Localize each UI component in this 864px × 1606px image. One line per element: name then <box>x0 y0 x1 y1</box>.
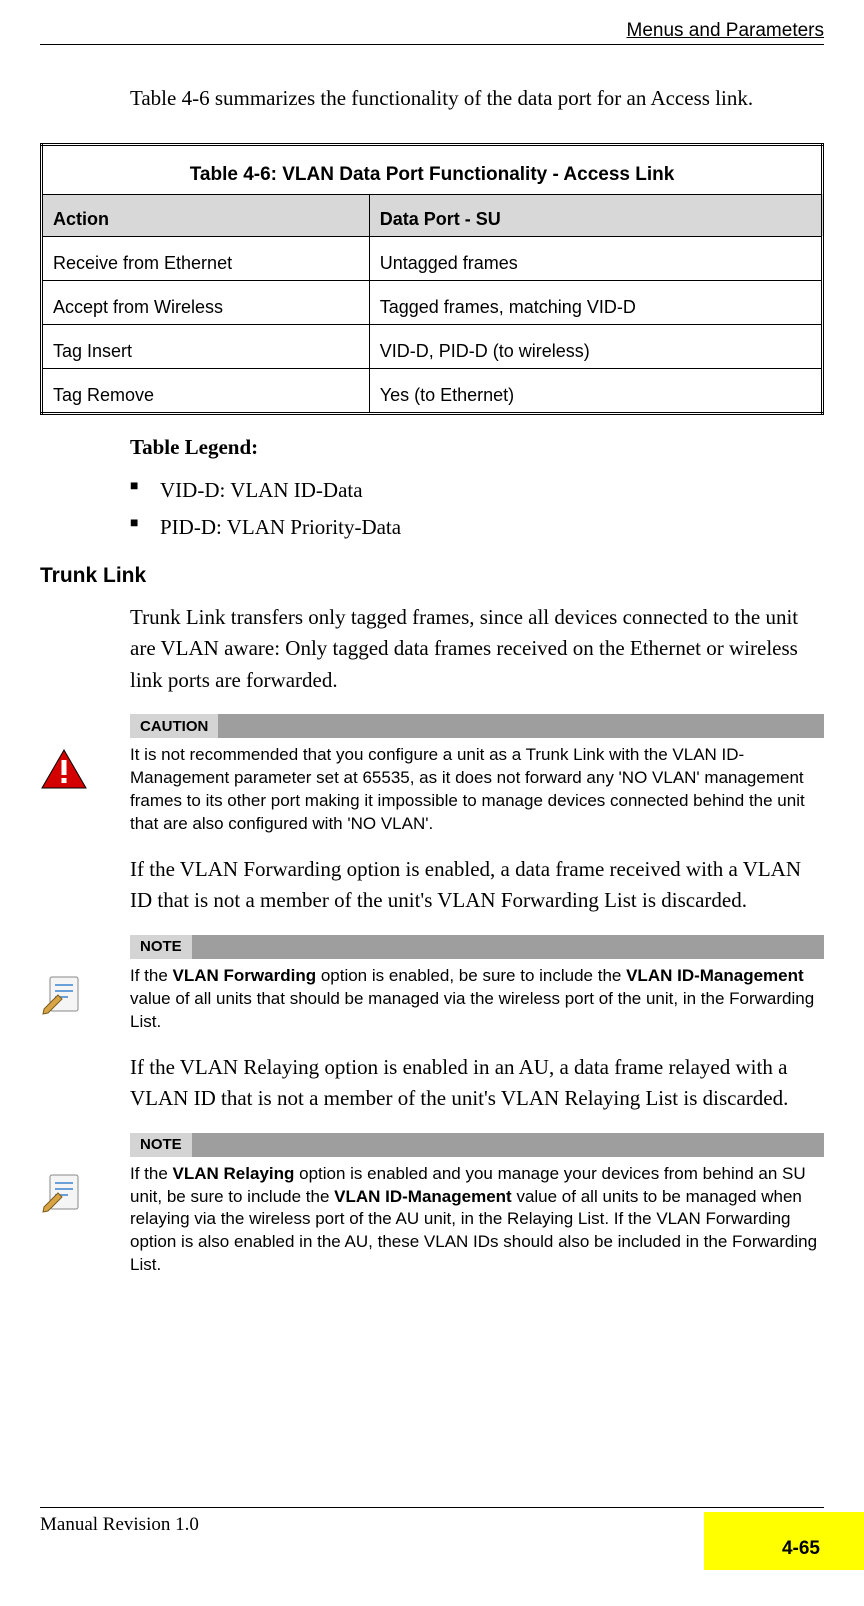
table-row: Tag Insert <box>42 324 370 368</box>
trunk-link-heading: Trunk Link <box>40 564 824 588</box>
legend-title: Table Legend: <box>130 435 824 460</box>
table-header-action: Action <box>42 194 370 236</box>
table-row: Tagged frames, matching VID-D <box>369 280 822 324</box>
note-bar: NOTE <box>130 1133 824 1157</box>
legend-list: VID-D: VLAN ID-Data PID-D: VLAN Priority… <box>130 472 824 546</box>
vlan-table: Table 4-6: VLAN Data Port Functionality … <box>40 143 824 415</box>
table-row: Tag Remove <box>42 368 370 413</box>
note-label: NOTE <box>130 935 192 959</box>
running-header: Menus and Parameters <box>40 20 824 45</box>
note-bar: NOTE <box>130 935 824 959</box>
note-text: If the VLAN Relaying option is enabled a… <box>130 1163 824 1278</box>
list-item: VID-D: VLAN ID-Data <box>130 472 824 509</box>
note-icon <box>40 1167 88 1215</box>
body-paragraph: If the VLAN Forwarding option is enabled… <box>130 854 824 917</box>
header-section: Menus and Parameters <box>627 20 825 41</box>
table-title: Table 4-6: VLAN Data Port Functionality … <box>42 144 823 194</box>
caution-text: It is not recommended that you configure… <box>130 744 824 836</box>
caution-label: CAUTION <box>130 714 218 738</box>
intro-paragraph: Table 4-6 summarizes the functionality o… <box>130 83 824 115</box>
body-paragraph: If the VLAN Relaying option is enabled i… <box>130 1052 824 1115</box>
table-row: Receive from Ethernet <box>42 236 370 280</box>
note-text: If the VLAN Forwarding option is enabled… <box>130 965 824 1034</box>
page-footer: Manual Revision 1.0 4-65 <box>40 1507 824 1570</box>
note-block: NOTE If the VLAN Relaying option is enab… <box>40 1133 824 1278</box>
note-label: NOTE <box>130 1133 192 1157</box>
page-number: 4-65 <box>782 1538 820 1560</box>
note-icon <box>40 969 88 1017</box>
table-row: Accept from Wireless <box>42 280 370 324</box>
footer-revision: Manual Revision 1.0 <box>40 1514 199 1536</box>
table-row: Untagged frames <box>369 236 822 280</box>
caution-block: CAUTION It is not recommended that you c… <box>40 714 824 836</box>
table-row: Yes (to Ethernet) <box>369 368 822 413</box>
body-paragraph: Trunk Link transfers only tagged frames,… <box>130 602 824 697</box>
caution-bar: CAUTION <box>130 714 824 738</box>
caution-icon <box>40 748 88 790</box>
note-block: NOTE If the VLAN Forwarding option is en… <box>40 935 824 1034</box>
list-item: PID-D: VLAN Priority-Data <box>130 509 824 546</box>
table-header-port: Data Port - SU <box>369 194 822 236</box>
table-row: VID-D, PID-D (to wireless) <box>369 324 822 368</box>
